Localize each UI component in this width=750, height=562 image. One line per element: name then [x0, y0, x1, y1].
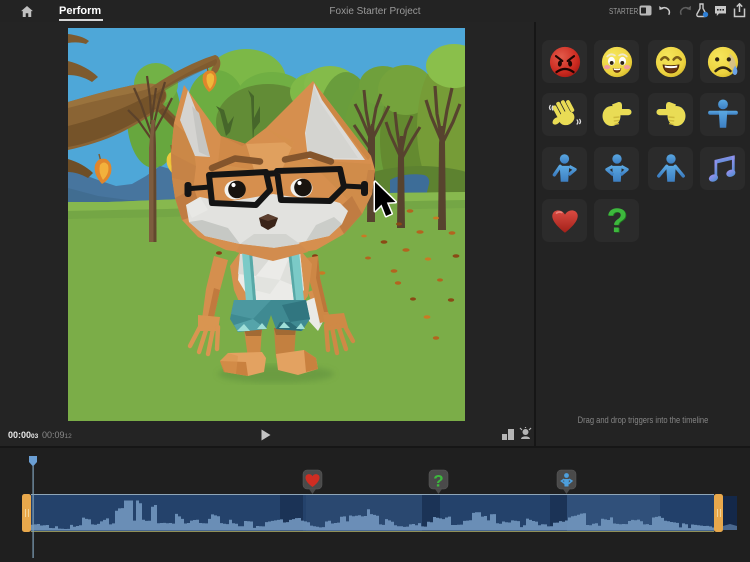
svg-text:?: ? [606, 204, 627, 238]
svg-text:?: ? [433, 472, 443, 491]
